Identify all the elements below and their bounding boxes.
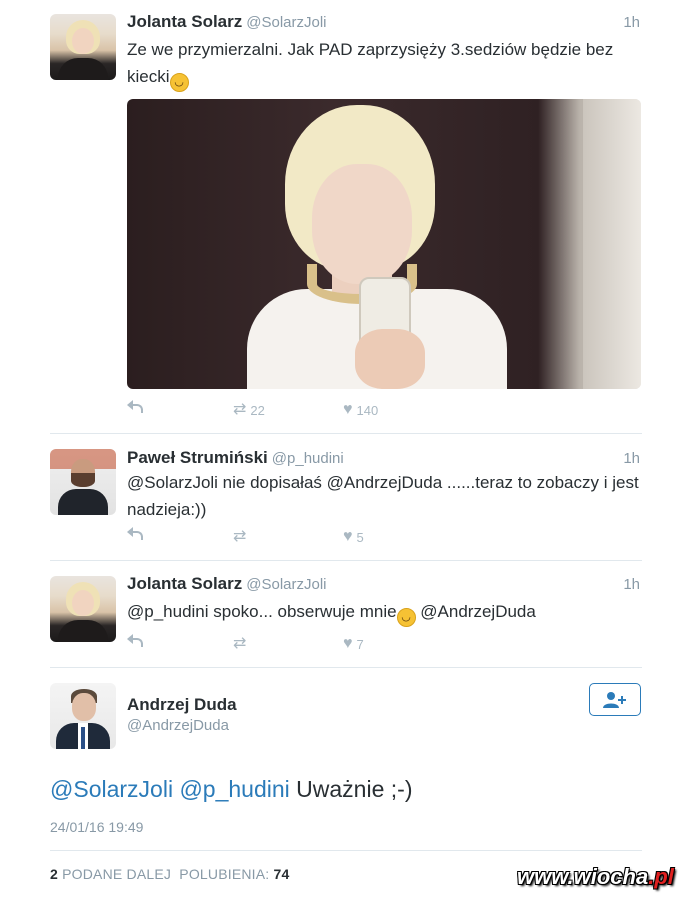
tweet-author[interactable]: Paweł Strumiński @p_hudini [127,448,344,468]
add-user-icon [603,691,626,708]
heart-icon: ♥ [343,528,353,545]
reply-icon [127,527,145,543]
reply-button[interactable] [127,400,145,416]
heart-icon: ♥ [343,635,353,652]
author-name[interactable]: Jolanta Solarz [127,12,242,31]
avatar[interactable] [50,576,116,642]
winking-face-emoji: ◡ [396,608,416,627]
divider [50,433,642,434]
likes-count[interactable]: 74 [274,866,290,882]
author-name[interactable]: Jolanta Solarz [127,574,242,593]
watermark-logo: www.wiocha.pl [517,864,674,889]
mention-link[interactable]: @SolarzJoli [50,776,173,802]
retweet-button[interactable]: ⇄ 22 [233,402,265,418]
mention-link[interactable]: @p_hudini [179,776,289,802]
like-count: 5 [356,529,364,545]
tweet-author[interactable]: Jolanta Solarz @SolarzJoli [127,574,327,594]
retweet-label[interactable]: PODANE DALEJ [62,866,171,882]
like-count: 140 [356,402,379,418]
author-name[interactable]: Andrzej Duda [127,695,237,715]
retweet-icon: ⇄ [233,401,247,418]
main-tweet-text: @SolarzJoli @p_hudini Uważnie ;-) [50,776,413,802]
retweet-button[interactable]: ⇄ [233,636,250,652]
tweet-text: @SolarzJoli nie dopisałaś @AndrzejDuda .… [127,473,639,519]
reply-button[interactable] [127,527,145,543]
like-count: 7 [356,636,364,652]
tweet-author[interactable]: Jolanta Solarz @SolarzJoli [127,12,327,32]
like-button[interactable]: ♥ 7 [343,636,364,652]
avatar[interactable] [50,14,116,80]
author-handle[interactable]: @SolarzJoli [246,576,326,593]
avatar[interactable] [50,449,116,515]
tweet-photo[interactable] [127,99,641,389]
tweet-text: Ze we przymierzalni. Jak PAD zaprzysięży… [127,36,627,92]
tweet-time[interactable]: 1h [623,576,640,593]
tweet-stats: 2 PODANE DALEJ POLUBIENIA: 74 [50,866,289,882]
divider [50,560,642,561]
retweet-icon: ⇄ [233,635,247,652]
smiling-face-emoji: ◡ [169,73,189,92]
avatar[interactable] [50,683,116,749]
like-button[interactable]: ♥ 5 [343,529,364,545]
author-handle[interactable]: @SolarzJoli [246,14,326,31]
author-handle[interactable]: @AndrzejDuda [127,717,229,734]
reply-icon [127,634,145,650]
heart-icon: ♥ [343,401,353,418]
retweet-button[interactable]: ⇄ [233,529,250,545]
retweet-icon: ⇄ [233,528,247,545]
like-button[interactable]: ♥ 140 [343,402,378,418]
retweet-count: 22 [250,402,265,418]
likes-label[interactable]: POLUBIENIA: [179,866,269,882]
tweet-text: @p_hudini spoko... obserwuje mnie ◡ @Andr… [127,598,647,627]
reply-icon [127,400,145,416]
author-handle[interactable]: @p_hudini [272,450,344,467]
author-name[interactable]: Paweł Strumiński [127,448,268,467]
tweet-time[interactable]: 1h [623,14,640,31]
follow-button[interactable] [589,683,641,716]
reply-button[interactable] [127,634,145,650]
divider [50,667,642,668]
tweet-date[interactable]: 24/01/16 19:49 [50,819,143,835]
divider [50,850,642,851]
retweet-count[interactable]: 2 [50,866,58,882]
tweet-time[interactable]: 1h [623,450,640,467]
